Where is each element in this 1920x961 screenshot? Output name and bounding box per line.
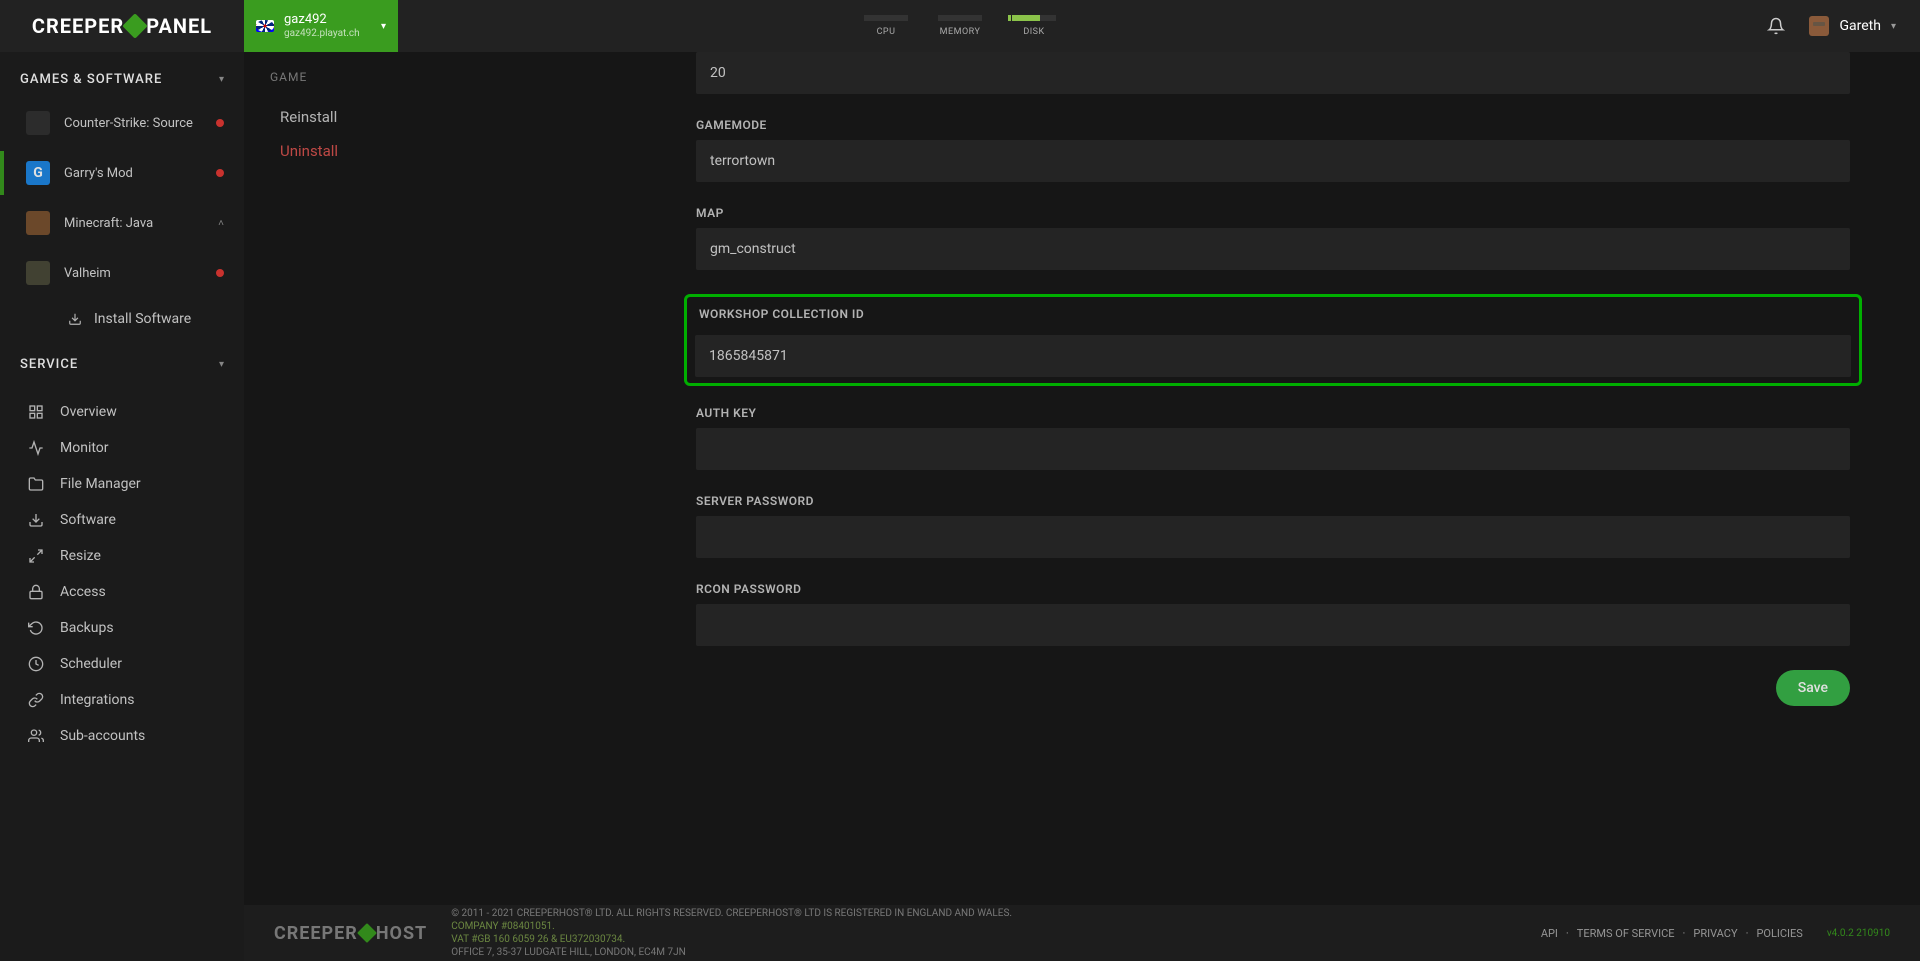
status-dot-icon xyxy=(216,169,224,177)
game-icon xyxy=(26,261,50,285)
memory-meter: MEMORY xyxy=(938,15,982,37)
footer-logo: CREEPER HOST xyxy=(274,923,427,944)
footer-legal: © 2011 - 2021 CREEPERHOST® LTD. ALL RIGH… xyxy=(451,907,1012,959)
subnav-uninstall[interactable]: Uninstall xyxy=(270,134,600,168)
sidebar-item-css[interactable]: Counter-Strike: Source xyxy=(8,101,236,145)
lock-icon xyxy=(28,584,44,600)
server-host: gaz492.playat.ch xyxy=(284,28,360,39)
server-password-label: SERVER PASSWORD xyxy=(696,494,1850,508)
status-dot-icon xyxy=(216,119,224,127)
disk-meter: DISK xyxy=(1012,15,1056,37)
topbar: CREEPER PANEL gaz492 gaz492.playat.ch ▾ … xyxy=(0,0,1920,52)
game-icon xyxy=(26,211,50,235)
logo[interactable]: CREEPER PANEL xyxy=(0,0,244,52)
game-icon xyxy=(26,161,50,185)
users-icon xyxy=(28,728,44,744)
game-icon xyxy=(26,111,50,135)
sidebar-item-install-software[interactable]: Install Software xyxy=(8,301,236,337)
logo-part1: CREEPER xyxy=(32,14,124,38)
sidebar-item-minecraft[interactable]: Minecraft: Java ˄ xyxy=(8,201,236,245)
save-button[interactable]: Save xyxy=(1776,670,1850,706)
workshop-label: WORKSHOP COLLECTION ID xyxy=(699,307,1851,321)
sidebar-section-service[interactable]: SERVICE ▾ xyxy=(0,337,244,386)
main-content: GAME Reinstall Uninstall GAMEMODE MAP WO… xyxy=(244,52,1920,905)
chevron-up-icon: ˄ xyxy=(218,218,224,229)
rcon-password-input[interactable] xyxy=(696,604,1850,646)
map-input[interactable] xyxy=(696,228,1850,270)
auth-input[interactable] xyxy=(696,428,1850,470)
user-menu[interactable]: Gareth ▾ xyxy=(1809,16,1896,36)
activity-icon xyxy=(28,440,44,456)
logo-part2: PANEL xyxy=(146,14,212,38)
sidebar-item-scheduler[interactable]: Scheduler xyxy=(0,646,244,682)
sidebar-item-access[interactable]: Access xyxy=(0,574,244,610)
sidebar-item-resize[interactable]: Resize xyxy=(0,538,244,574)
sidebar-item-sub-accounts[interactable]: Sub-accounts xyxy=(0,718,244,754)
workshop-input[interactable] xyxy=(695,335,1851,377)
link-icon xyxy=(28,692,44,708)
footer-links: API· TERMS OF SERVICE· PRIVACY· POLICIES… xyxy=(1541,927,1890,940)
map-label: MAP xyxy=(696,206,1850,220)
chevron-down-icon: ▾ xyxy=(1891,21,1896,32)
user-name: Gareth xyxy=(1839,18,1880,34)
server-password-input[interactable] xyxy=(696,516,1850,558)
sidebar-item-valheim[interactable]: Valheim xyxy=(8,251,236,295)
cpu-meter: CPU xyxy=(864,15,908,37)
logo-cube-icon xyxy=(122,13,147,38)
flag-icon xyxy=(256,20,274,32)
logo-cube-icon xyxy=(357,923,377,943)
expand-icon xyxy=(28,548,44,564)
footer-link-privacy[interactable]: PRIVACY xyxy=(1693,927,1737,940)
chevron-down-icon: ▾ xyxy=(219,359,224,370)
notifications-button[interactable] xyxy=(1767,17,1785,35)
footer-link-tos[interactable]: TERMS OF SERVICE xyxy=(1577,927,1675,940)
folder-icon xyxy=(28,476,44,492)
avatar xyxy=(1809,16,1829,36)
status-dot-icon xyxy=(216,269,224,277)
chevron-down-icon: ▾ xyxy=(381,21,386,32)
sidebar-item-software[interactable]: Software xyxy=(0,502,244,538)
download-icon xyxy=(68,312,82,326)
refresh-icon xyxy=(28,620,44,636)
server-selector-dropdown[interactable]: gaz492 gaz492.playat.ch ▾ xyxy=(244,0,398,52)
sidebar-item-gmod[interactable]: Garry's Mod xyxy=(8,151,236,195)
subnav-header: GAME xyxy=(270,70,600,84)
resource-meters: CPU MEMORY DISK xyxy=(864,15,1056,37)
rcon-password-label: RCON PASSWORD xyxy=(696,582,1850,596)
field-0-input[interactable] xyxy=(696,52,1850,94)
download-icon xyxy=(28,512,44,528)
footer-link-policies[interactable]: POLICIES xyxy=(1756,927,1802,940)
footer: CREEPER HOST © 2011 - 2021 CREEPERHOST® … xyxy=(244,905,1920,961)
subnav-reinstall[interactable]: Reinstall xyxy=(270,100,600,134)
chevron-down-icon: ▾ xyxy=(219,74,224,85)
bell-icon xyxy=(1767,17,1785,35)
server-name: gaz492 xyxy=(284,13,360,27)
sidebar-item-overview[interactable]: Overview xyxy=(0,394,244,430)
sidebar-item-backups[interactable]: Backups xyxy=(0,610,244,646)
sidebar-item-monitor[interactable]: Monitor xyxy=(0,430,244,466)
sidebar-item-integrations[interactable]: Integrations xyxy=(0,682,244,718)
sidebar: GAMES & SOFTWARE ▾ Counter-Strike: Sourc… xyxy=(0,52,244,961)
footer-link-api[interactable]: API xyxy=(1541,927,1558,940)
gamemode-label: GAMEMODE xyxy=(696,118,1850,132)
gamemode-input[interactable] xyxy=(696,140,1850,182)
footer-version: v4.0.2 210910 xyxy=(1827,928,1890,939)
clock-icon xyxy=(28,656,44,672)
sidebar-section-games[interactable]: GAMES & SOFTWARE ▾ xyxy=(0,52,244,101)
auth-label: AUTH KEY xyxy=(696,406,1850,420)
game-subnav: GAME Reinstall Uninstall xyxy=(244,52,626,186)
workshop-highlight: WORKSHOP COLLECTION ID xyxy=(684,294,1862,386)
sidebar-item-file-manager[interactable]: File Manager xyxy=(0,466,244,502)
grid-icon xyxy=(28,404,44,420)
